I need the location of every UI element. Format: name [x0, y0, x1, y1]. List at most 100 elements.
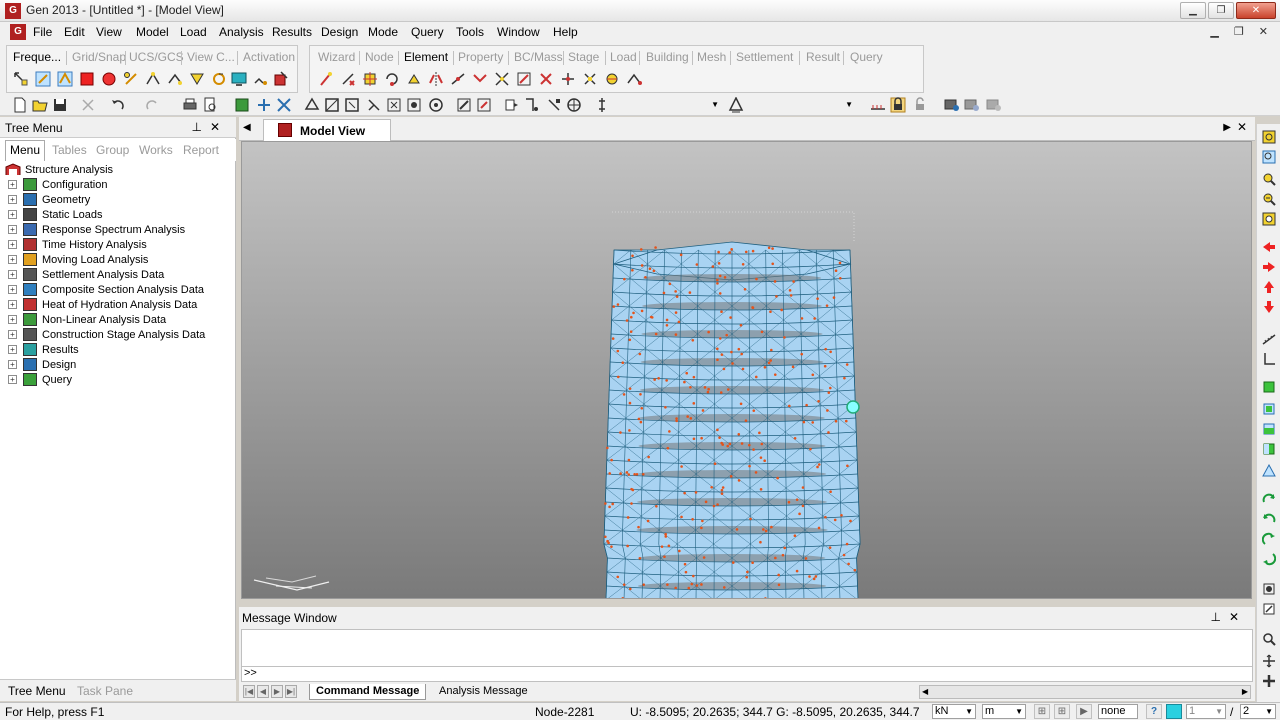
tab-analysis-message[interactable]: Analysis Message — [433, 684, 534, 700]
rotate-element-icon[interactable] — [384, 71, 400, 87]
snapshot-icon[interactable] — [1166, 704, 1182, 719]
tab-settlement[interactable]: Settlement — [736, 50, 793, 64]
save-icon[interactable] — [52, 97, 68, 113]
print-icon[interactable] — [182, 97, 198, 113]
tree-item-geometry[interactable]: + Geometry — [8, 192, 90, 207]
tab-scroll-left-icon[interactable]: ◀ — [243, 122, 251, 133]
tree-menu-controls[interactable]: ⊥✕ — [191, 120, 228, 134]
rotate-view-icon[interactable] — [428, 97, 444, 113]
expand-icon[interactable]: + — [8, 330, 17, 339]
element-table-icon[interactable] — [626, 71, 642, 87]
ruler-icon[interactable] — [870, 97, 886, 113]
tab-view-control[interactable]: View C... — [187, 50, 235, 64]
select-window-icon[interactable] — [35, 71, 51, 87]
tree-item-time-history-analysis[interactable]: + Time History Analysis — [8, 237, 147, 252]
view-mode-select[interactable]: none▼ — [1098, 704, 1138, 719]
help-icon[interactable]: ? — [1146, 704, 1162, 719]
mdi-controls[interactable]: ▁ ❐ ✕ — [1210, 25, 1274, 38]
prev-tab-icon[interactable]: ◀ — [257, 685, 269, 698]
menu-tools[interactable]: Tools — [456, 25, 484, 39]
tree-root-structure-analysis[interactable]: Structure Analysis — [5, 162, 113, 177]
message-window-controls[interactable]: ⊥✕ — [1210, 610, 1247, 624]
tab-works[interactable]: Works — [139, 143, 173, 157]
model-view-tab[interactable]: Model View — [263, 119, 391, 141]
extrude-element-icon[interactable] — [406, 71, 422, 87]
renumber-icon[interactable] — [604, 71, 620, 87]
top-view-icon[interactable] — [324, 97, 340, 113]
expand-icon[interactable]: + — [8, 360, 17, 369]
app-icon[interactable]: G — [5, 3, 21, 19]
tab-tables[interactable]: Tables — [52, 143, 87, 157]
menu-window[interactable]: Window — [497, 25, 540, 39]
select-plane-icon[interactable] — [167, 71, 183, 87]
rotate-down-icon[interactable] — [1262, 552, 1276, 566]
bottom-view-icon[interactable] — [1262, 464, 1276, 478]
expand-icon[interactable]: + — [8, 210, 17, 219]
create-element-icon[interactable] — [318, 71, 334, 87]
tab-ucs-gcs[interactable]: UCS/GCS — [129, 50, 184, 64]
restore-button[interactable]: ❐ — [1208, 2, 1234, 19]
menu-file[interactable]: File — [33, 25, 52, 39]
first-tab-icon[interactable]: |◀ — [243, 685, 255, 698]
display-option-icon[interactable] — [504, 97, 520, 113]
tab-element[interactable]: Element — [404, 50, 448, 64]
tab-query[interactable]: Query — [850, 50, 883, 64]
compress-element-icon[interactable] — [582, 71, 598, 87]
tab-stage[interactable]: Stage — [568, 50, 599, 64]
record-icon[interactable] — [986, 97, 1002, 113]
side-view-right-icon[interactable] — [1262, 442, 1276, 456]
select-icon[interactable] — [13, 71, 29, 87]
tab-node[interactable]: Node — [365, 50, 394, 64]
select-by-property-icon[interactable] — [189, 71, 205, 87]
tab-building[interactable]: Building — [646, 50, 689, 64]
unit-button-2[interactable]: ⊞ — [1054, 704, 1070, 719]
mirror-element-icon[interactable] — [428, 71, 444, 87]
dynamic-view-icon[interactable] — [1262, 582, 1276, 596]
active-identity-icon[interactable] — [256, 97, 272, 113]
pan-up-icon[interactable] — [1262, 280, 1276, 294]
divide-element-icon[interactable] — [450, 71, 466, 87]
last-tab-icon[interactable]: ▶| — [285, 685, 297, 698]
menu-query[interactable]: Query — [411, 25, 444, 39]
tree-item-static-loads[interactable]: + Static Loads — [8, 207, 103, 222]
model-viewport[interactable] — [241, 141, 1252, 599]
pan-left-icon[interactable] — [1262, 240, 1276, 254]
split-element-icon[interactable] — [560, 71, 576, 87]
side-view-icon[interactable] — [366, 97, 382, 113]
menu-mode[interactable]: Mode — [368, 25, 398, 39]
change-parameter-icon[interactable] — [516, 71, 532, 87]
delete-element-icon[interactable] — [340, 71, 356, 87]
print-preview-icon[interactable] — [202, 97, 218, 113]
node-number-icon[interactable] — [524, 97, 540, 113]
tab-mesh[interactable]: Mesh — [697, 50, 726, 64]
menu-results[interactable]: Results — [272, 25, 312, 39]
tab-grid-snap[interactable]: Grid/Snap — [72, 50, 126, 64]
initial-view-icon[interactable] — [1262, 602, 1276, 616]
tab-result[interactable]: Result — [806, 50, 840, 64]
tab-load[interactable]: Load — [610, 50, 637, 64]
document-icon[interactable]: G — [10, 24, 26, 40]
tab-wizard[interactable]: Wizard — [318, 50, 355, 64]
search-icon[interactable] — [1262, 632, 1276, 646]
tab-activation[interactable]: Activation — [243, 50, 295, 64]
tab-property[interactable]: Property — [458, 50, 503, 64]
top-view-right-icon[interactable] — [1262, 402, 1276, 416]
expand-icon[interactable]: + — [8, 300, 17, 309]
zoom-in-icon[interactable] — [1262, 172, 1276, 186]
group-combo[interactable]: ▼ — [746, 96, 856, 113]
unlock-icon[interactable] — [912, 97, 928, 113]
menu-design[interactable]: Design — [321, 25, 358, 39]
next-tab-icon[interactable]: ▶ — [271, 685, 283, 698]
menu-model[interactable]: Model — [136, 25, 169, 39]
command-input[interactable]: >> — [241, 666, 1253, 682]
expand-icon[interactable]: + — [8, 225, 17, 234]
close-button[interactable]: ✕ — [1236, 2, 1276, 19]
rotate-left-icon[interactable] — [1262, 492, 1276, 506]
zoom-out-icon[interactable] — [1262, 192, 1276, 206]
expand-icon[interactable]: + — [8, 315, 17, 324]
tab-group[interactable]: Group — [96, 143, 129, 157]
menu-edit[interactable]: Edit — [64, 25, 85, 39]
snap-icon[interactable] — [253, 71, 269, 87]
shrink-icon[interactable] — [476, 97, 492, 113]
expand-icon[interactable]: + — [8, 345, 17, 354]
